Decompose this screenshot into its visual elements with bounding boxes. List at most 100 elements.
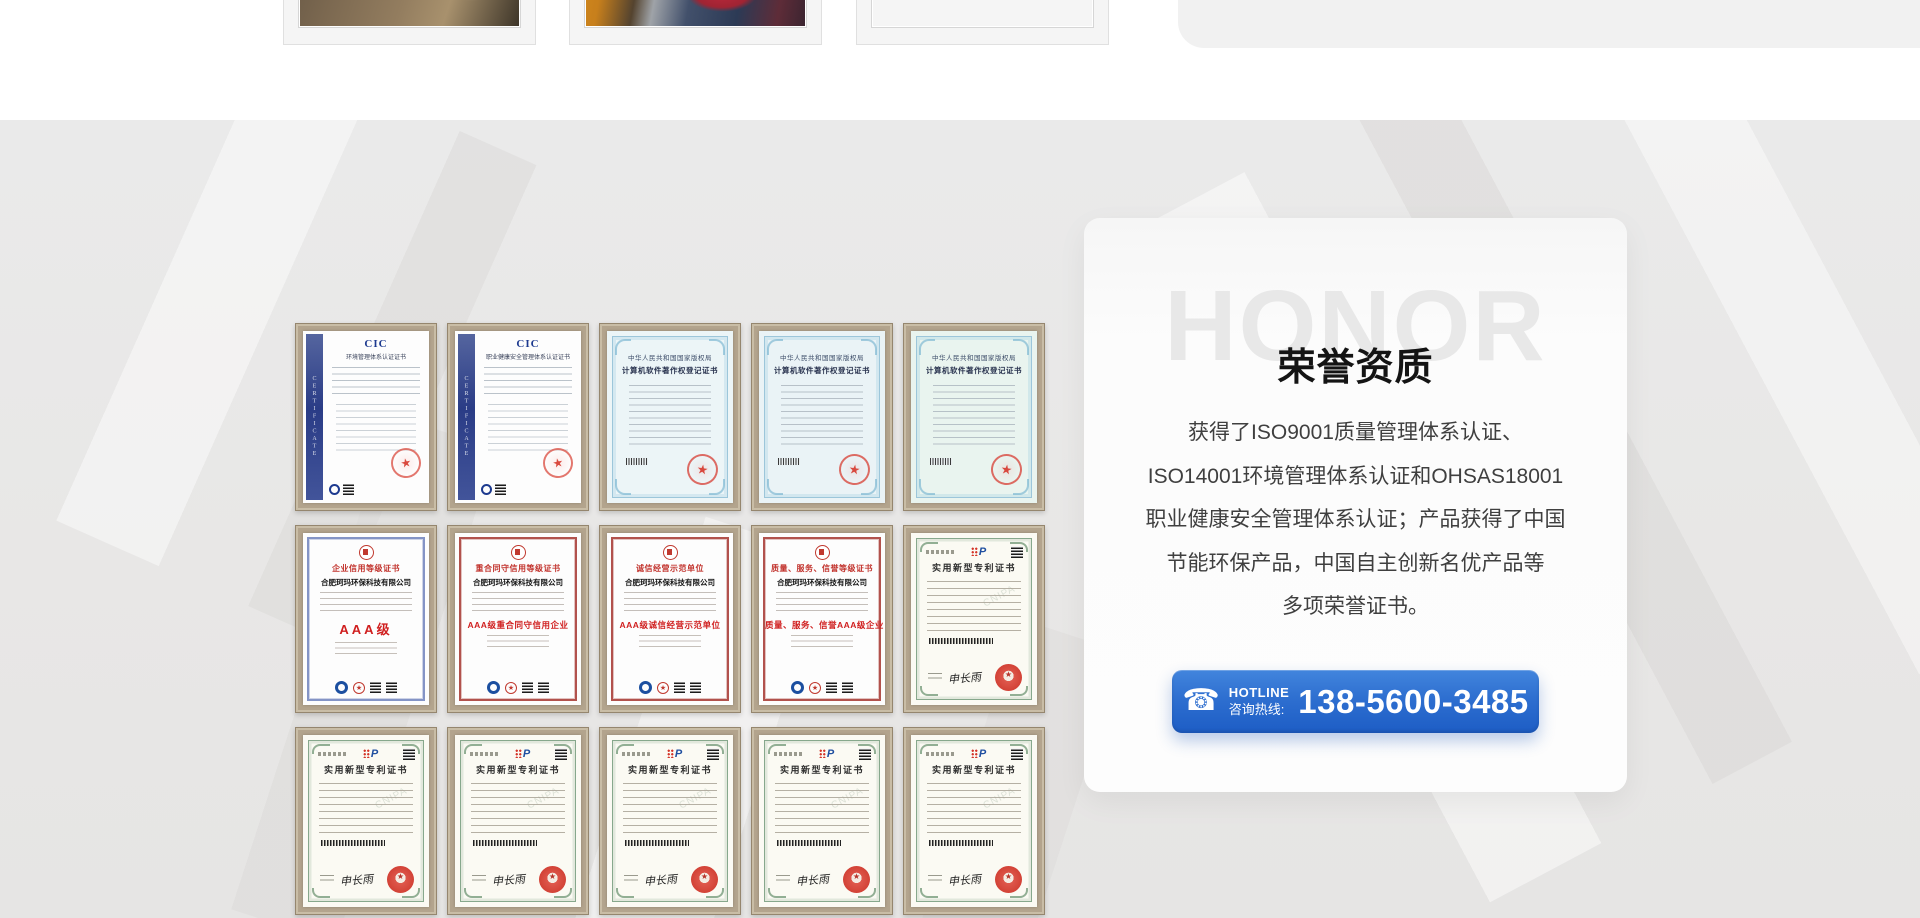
cnipa-logo-icon: P [523,748,530,760]
star-seal-icon: ★ [657,682,669,694]
certificate-title: 企业信用等级证书 [309,563,423,574]
certificate-utility-patent[interactable]: CNIPA P 实用新型专利证书 申长雨 [751,727,893,915]
border-flourish-icon [709,339,725,355]
certificate-title: 计算机软件著作权登记证书 [917,365,1031,376]
certificate-text-lines [775,783,868,837]
red-seal-icon [539,866,566,893]
certificate-text-lines [927,581,1020,635]
certificate-utility-patent[interactable]: CNIPA P 实用新型专利证书 申长雨 [447,727,589,915]
certificate-utility-patent[interactable]: CNIPA P 实用新型专利证书 申长雨 [903,525,1045,713]
commissioner-signature: 申长雨 [795,870,829,889]
barcode-icon [625,840,689,846]
certificate-title: 实用新型专利证书 [613,763,727,776]
certificate-text-lines [623,783,716,837]
qr-code-icon [495,484,506,495]
cnipa-logo-icon: P [979,546,986,558]
page-canvas: CERTIFICATE CIC 环境管理体系认证证书 ★ CERTIFICATE… [0,0,1920,918]
certificate-title: 实用新型专利证书 [461,763,575,776]
certificate-text-lines [471,783,564,837]
qr-code-icon [538,682,549,693]
association-logo-icon [487,681,500,694]
previous-section-card-corner [1178,0,1920,48]
star-seal-icon: ★ [353,682,365,694]
border-flourish-icon [919,339,935,355]
red-seal-icon [995,866,1022,893]
certificate-text-lines [484,367,572,397]
company-name: 合肥珂玛环保科技有限公司 [613,577,727,588]
hotline-labels: HOTLINE 咨询热线: [1229,685,1290,718]
certificate-text-lines [488,404,569,452]
project-photo-card[interactable] [856,0,1109,45]
hotline-number: 138-5600-3485 [1298,683,1528,721]
certificate-utility-patent[interactable]: CNIPA P 实用新型专利证书 申长雨 [295,727,437,915]
hotline-label-en: HOTLINE [1229,685,1290,701]
certificate-title: 计算机软件著作权登记证书 [613,365,727,376]
qr-code-icon [343,484,354,495]
qr-code-icon [522,682,533,693]
certificate-title: 质量、服务、信誉等级证书 [765,563,879,574]
certificate-credit-rating[interactable]: 质量、服务、信誉等级证书 合肥珂玛环保科技有限公司 质量、服务、信誉AAA级企业… [751,525,893,713]
hotline-label-zh: 咨询热线: [1229,702,1285,718]
certificate-title: 诚信经营示范单位 [613,563,727,574]
border-flourish-icon [312,744,330,754]
cic-logo-icon [481,484,492,495]
certificate-issuer-logo: CIC [480,338,576,350]
project-photo-card[interactable] [569,0,822,45]
qr-code-icon [386,682,397,693]
border-flourish-icon [464,744,482,754]
project-photo-excavation [298,0,521,28]
certificate-credit-rating[interactable]: 重合同守信用等级证书 合肥珂玛环保科技有限公司 AAA级重合同守信用企业 ★ [447,525,589,713]
certificate-text-lines [639,635,702,651]
barcode-icon [626,458,648,465]
red-emblem-icon [815,545,830,560]
association-logo-icon [639,681,652,694]
certificate-grid: CERTIFICATE CIC 环境管理体系认证证书 ★ CERTIFICATE… [295,323,1045,915]
project-photo-card[interactable] [283,0,536,45]
barcode-icon [321,840,385,846]
barcode-icon [930,458,952,465]
certificate-software-copyright[interactable]: 中华人民共和国国家版权局 计算机软件著作权登记证书 ★ [599,323,741,511]
border-flourish-icon [554,744,572,754]
signer-role-line [624,875,638,884]
certificate-text-lines [624,592,715,616]
honor-section: CERTIFICATE CIC 环境管理体系认证证书 ★ CERTIFICATE… [0,120,1920,918]
red-emblem-icon [663,545,678,560]
red-emblem-icon [359,545,374,560]
certificate-software-copyright[interactable]: 中华人民共和国国家版权局 计算机软件著作权登记证书 ★ [751,323,893,511]
company-name: 合肥珂玛环保科技有限公司 [765,577,879,588]
barcode-icon [929,638,993,644]
certificate-software-copyright[interactable]: 中华人民共和国国家版权局 计算机软件著作权登记证书 ★ [903,323,1045,511]
red-seal-icon [387,866,414,893]
certificate-credit-rating[interactable]: 企业信用等级证书 合肥珂玛环保科技有限公司 AAA级 ★ [295,525,437,713]
certificate-utility-patent[interactable]: CNIPA P 实用新型专利证书 申长雨 [599,727,741,915]
certificate-credit-rating[interactable]: 诚信经营示范单位 合肥珂玛环保科技有限公司 AAA级诚信经营示范单位 ★ [599,525,741,713]
border-flourish-icon [920,542,938,552]
border-flourish-icon [919,479,935,495]
certificate-title: 环境管理体系认证证书 [328,352,424,361]
certificate-text-lines [335,642,398,658]
certificate-side-band: CERTIFICATE [458,334,475,500]
section-description: 获得了ISO9001质量管理体系认证、 ISO14001环境管理体系认证和OHS… [1105,411,1606,629]
signer-role-line [776,875,790,884]
certificate-text-lines [320,592,411,616]
barcode-icon [778,458,800,465]
star-seal-icon: ★ [505,682,517,694]
border-flourish-icon [706,744,724,754]
certificate-title: 计算机软件著作权登记证书 [765,365,879,376]
border-flourish-icon [767,479,783,495]
company-name: 合肥珂玛环保科技有限公司 [309,577,423,588]
cnipa-logo-icon: P [675,748,682,760]
certificate-cic[interactable]: CERTIFICATE CIC 职业健康安全管理体系认证证书 ★ [447,323,589,511]
cic-logo-icon [329,484,340,495]
barcode-icon [473,840,537,846]
qr-code-icon [842,682,853,693]
border-flourish-icon [1010,744,1028,754]
certificate-title: 职业健康安全管理体系认证证书 [480,352,576,361]
hotline-button[interactable]: ☎ HOTLINE 咨询热线: 138-5600-3485 [1172,670,1539,733]
certificate-text-lines [927,783,1020,837]
certificate-text-lines [332,367,420,397]
certificate-title: 重合同守信用等级证书 [461,563,575,574]
certificate-utility-patent[interactable]: CNIPA P 实用新型专利证书 申长雨 [903,727,1045,915]
border-flourish-icon [402,744,420,754]
certificate-cic[interactable]: CERTIFICATE CIC 环境管理体系认证证书 ★ [295,323,437,511]
